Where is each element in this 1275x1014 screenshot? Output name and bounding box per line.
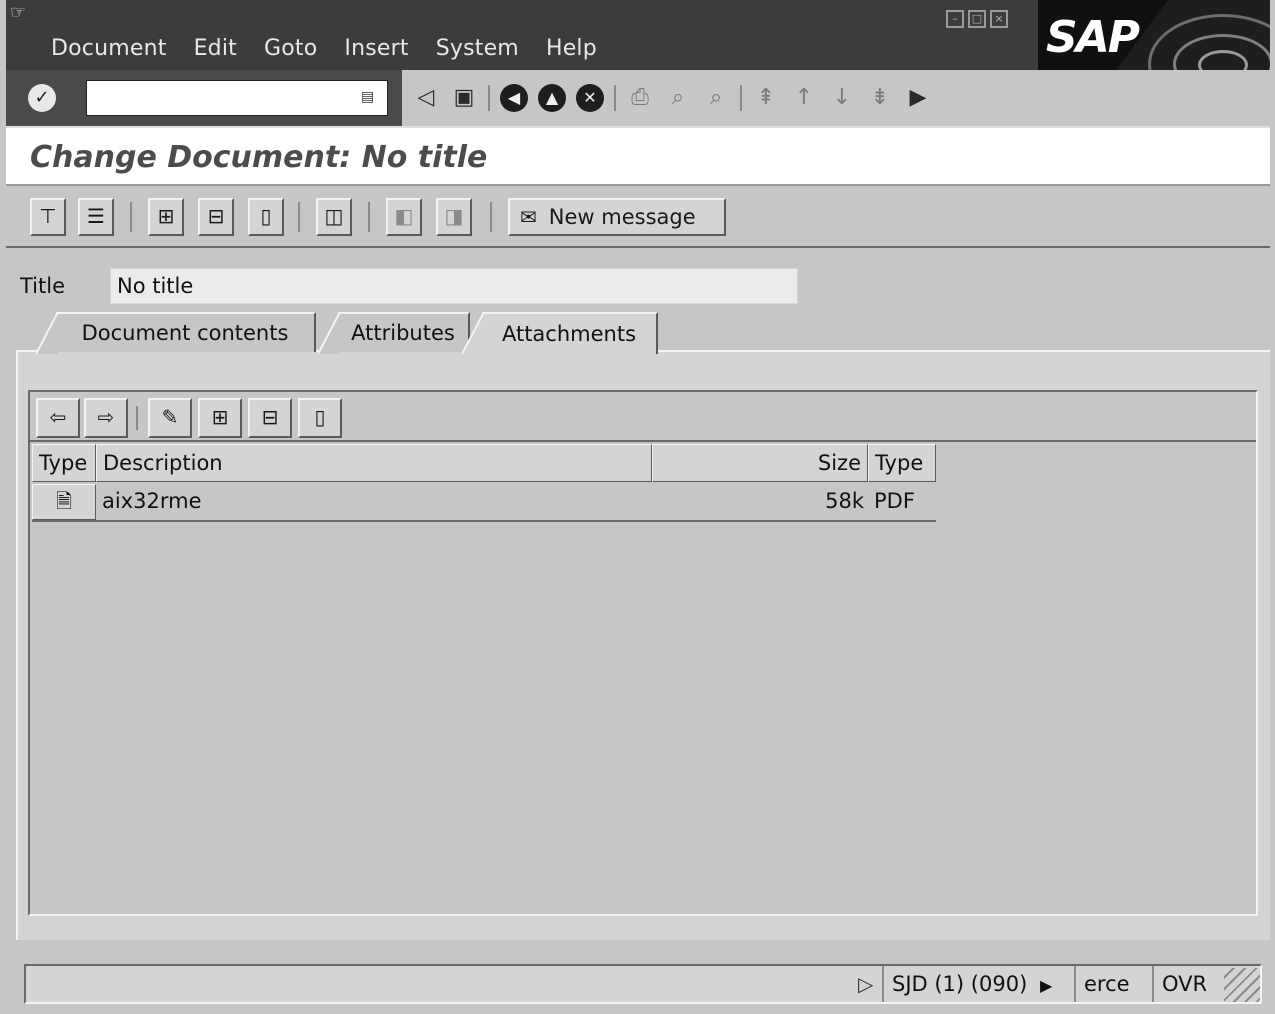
export-icon[interactable]: ◨ [436, 198, 472, 236]
menu-list: Document Edit Goto Insert System Help [51, 36, 624, 61]
tab-edge [462, 312, 484, 354]
status-mode[interactable]: OVR [1152, 966, 1222, 1002]
status-server: erce [1074, 966, 1152, 1002]
page-title: Change Document: No title [30, 140, 488, 175]
export-attachment-icon[interactable]: ⇨ [84, 398, 128, 438]
sap-wordmark: SAP [1046, 12, 1140, 63]
column-header-description[interactable]: Description [96, 444, 652, 482]
minimize-icon[interactable]: – [946, 10, 964, 28]
toolbar-filler [1038, 70, 1270, 126]
menu-insert[interactable]: Insert [344, 36, 435, 61]
menu-system[interactable]: System [436, 36, 546, 61]
command-history-icon[interactable]: ▤ [361, 89, 379, 107]
toolbar-separator [614, 85, 616, 111]
toolbar-separator [368, 202, 370, 232]
grid-divider [30, 440, 1256, 442]
close-icon[interactable]: × [990, 10, 1008, 28]
delete-icon[interactable]: ▯ [248, 198, 284, 236]
tab-attachments[interactable]: Attachments [462, 312, 658, 354]
exit-icon[interactable]: ▲ [538, 84, 566, 112]
tab-attributes[interactable]: Attributes [318, 312, 470, 354]
previous-page-icon[interactable]: ↑ [790, 84, 818, 112]
document-text-icon[interactable]: ⊤ [30, 198, 66, 236]
menu-document[interactable]: Document [51, 36, 194, 61]
standard-toolbar: ✓ ▤ ◁ ▣ ◀ ▲ ✕ ⎙ ⌕ ⌕ ⇞ ↑ ↓ ⇟ ▶ [6, 70, 1270, 126]
tab-document-contents[interactable]: Document contents [36, 312, 316, 354]
back-nav-icon[interactable]: ◀ [500, 84, 528, 112]
title-bar: Change Document: No title [6, 126, 1270, 186]
application-toolbar: ⊤ ☰ ⊞ ⊟ ▯ ◫ ◧ ◨ ✉ New message [6, 186, 1270, 248]
menu-help[interactable]: Help [546, 36, 624, 61]
back-icon[interactable]: ◁ [412, 84, 440, 112]
toolbar-separator [488, 85, 490, 111]
first-page-icon[interactable]: ⇞ [752, 84, 780, 112]
cancel-icon[interactable]: ✕ [576, 84, 604, 112]
print-preview-icon[interactable]: ☰ [78, 198, 114, 236]
hierarchy-expand-icon[interactable]: ⊞ [148, 198, 184, 236]
menu-bar: ☞ Document Edit Goto Insert System Help … [6, 0, 1270, 70]
column-header-type-icon[interactable]: Type [32, 444, 96, 482]
title-input[interactable] [110, 268, 798, 304]
resize-grip-icon[interactable] [1224, 968, 1260, 1002]
enter-icon[interactable]: ✓ [28, 84, 56, 112]
new-message-label: New message [548, 205, 696, 229]
last-page-icon[interactable]: ⇟ [866, 84, 894, 112]
window-controls: – □ × [946, 10, 1008, 28]
toolbar-separator [130, 202, 132, 232]
tab-attributes-label: Attributes [351, 321, 455, 345]
next-page-icon[interactable]: ↓ [828, 84, 856, 112]
menu-goto[interactable]: Goto [264, 36, 344, 61]
print-icon[interactable]: ⎙ [626, 84, 654, 112]
title-label: Title [20, 274, 66, 298]
import-attachment-icon[interactable]: ⇦ [36, 398, 80, 438]
delete-attachment-icon[interactable]: ▯ [298, 398, 342, 438]
system-menu-icon[interactable]: ☞ [10, 4, 36, 24]
command-field[interactable]: ▤ [86, 80, 388, 116]
column-header-size[interactable]: Size [652, 444, 868, 482]
toolbar-separator [740, 85, 742, 111]
status-system-text: SJD (1) (090) [892, 972, 1028, 996]
status-expand-icon[interactable]: ▷ [858, 972, 873, 996]
hierarchy-collapse-icon[interactable]: ⊟ [248, 398, 292, 438]
pdf-document-icon[interactable]: 🗎 [32, 484, 96, 520]
save-icon[interactable]: ▣ [450, 84, 478, 112]
menu-edit[interactable]: Edit [194, 36, 264, 61]
message-icon: ✉ [520, 205, 537, 229]
customize-layout-icon[interactable]: ▶ [904, 84, 932, 112]
edit-pencil-icon[interactable]: ✎ [148, 398, 192, 438]
toolbar-separator [490, 202, 492, 232]
toolbar-separator [136, 406, 138, 430]
attachment-type: PDF [874, 489, 915, 513]
other-object-icon[interactable]: ◫ [316, 198, 352, 236]
sap-window: ☞ Document Edit Goto Insert System Help … [6, 0, 1270, 1014]
attachment-description[interactable]: aix32rme [102, 484, 642, 520]
find-icon[interactable]: ⌕ [664, 84, 692, 112]
tab-edge [318, 312, 340, 354]
hierarchy-expand-icon[interactable]: ⊞ [198, 398, 242, 438]
sap-logo: SAP [1038, 0, 1270, 70]
attachments-list: ⇦ ⇨ ✎ ⊞ ⊟ ▯ Type Description Size Type 🗎… [28, 390, 1258, 916]
column-header-type[interactable]: Type [868, 444, 936, 482]
status-bar: ▷ SJD (1) (090) ▶ erce OVR [24, 964, 1262, 1004]
find-next-icon[interactable]: ⌕ [702, 84, 730, 112]
hierarchy-collapse-icon[interactable]: ⊟ [198, 198, 234, 236]
attachment-size: 58k [825, 489, 864, 513]
status-system: SJD (1) (090) ▶ [882, 966, 1074, 1002]
import-icon[interactable]: ◧ [386, 198, 422, 236]
tab-document-contents-label: Document contents [81, 321, 289, 345]
toolbar-separator [298, 202, 300, 232]
row-divider [32, 520, 936, 522]
system-info-icon[interactable]: ▶ [1040, 976, 1052, 995]
tab-attachments-label: Attachments [501, 322, 637, 346]
standard-toolbar-icons: ◁ ▣ ◀ ▲ ✕ ⎙ ⌕ ⌕ ⇞ ↑ ↓ ⇟ ▶ [402, 70, 1038, 126]
maximize-icon[interactable]: □ [968, 10, 986, 28]
new-message-button[interactable]: ✉ New message [508, 198, 726, 236]
tab-edge [36, 312, 58, 354]
